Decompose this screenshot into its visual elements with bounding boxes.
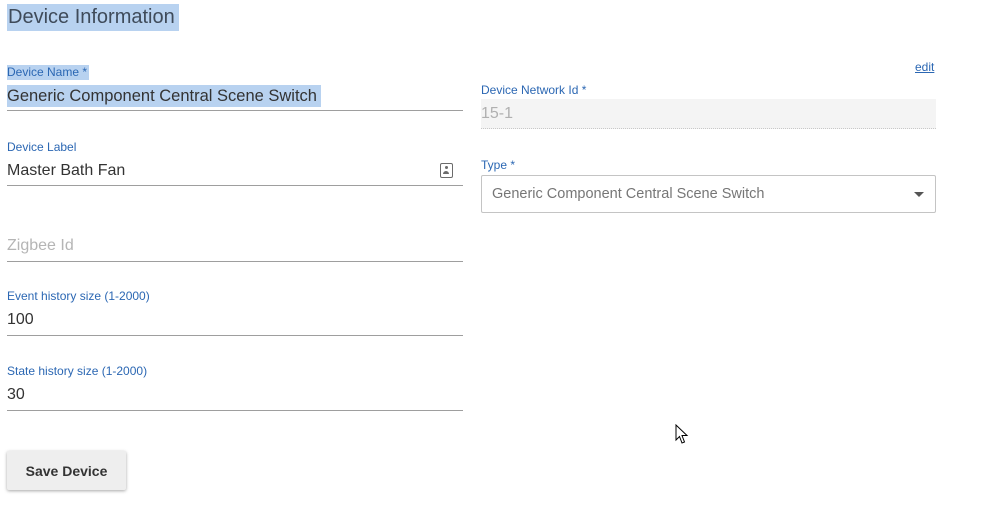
event-history-input[interactable]: 100 bbox=[7, 309, 34, 331]
device-name-underline bbox=[7, 110, 463, 111]
contact-card-icon[interactable] bbox=[440, 163, 453, 178]
state-history-field[interactable]: State history size (1-2000) 30 bbox=[7, 364, 463, 412]
state-history-label: State history size (1-2000) bbox=[7, 364, 148, 378]
device-name-input[interactable]: Generic Component Central Scene Switch bbox=[7, 85, 321, 107]
device-name-label: Device Name * bbox=[7, 65, 90, 80]
device-label-underline bbox=[7, 185, 463, 186]
zigbee-id-underline bbox=[7, 261, 463, 262]
type-label: Type * bbox=[481, 158, 516, 172]
type-selected-value: Generic Component Central Scene Switch bbox=[492, 186, 765, 202]
section-title: Device Information bbox=[7, 4, 179, 31]
chevron-down-icon bbox=[914, 192, 924, 197]
type-select[interactable]: Generic Component Central Scene Switch bbox=[481, 175, 936, 213]
save-device-button[interactable]: Save Device bbox=[7, 451, 126, 490]
device-label-field[interactable]: Device Label Master Bath Fan bbox=[7, 140, 463, 187]
event-history-label: Event history size (1-2000) bbox=[7, 289, 150, 303]
device-network-id-label: Device Network Id * bbox=[481, 83, 587, 97]
device-name-field[interactable]: Device Name * Generic Component Central … bbox=[7, 65, 463, 112]
type-field[interactable]: Type * Generic Component Central Scene S… bbox=[481, 158, 936, 214]
event-history-field[interactable]: Event history size (1-2000) 100 bbox=[7, 289, 463, 337]
state-history-input[interactable]: 30 bbox=[7, 384, 25, 406]
state-history-underline bbox=[7, 410, 463, 411]
device-network-id-value: 15-1 bbox=[481, 105, 514, 122]
device-label-input[interactable]: Master Bath Fan bbox=[7, 160, 125, 182]
edit-link[interactable]: edit bbox=[915, 60, 934, 75]
event-history-underline bbox=[7, 335, 463, 336]
device-network-id-box bbox=[481, 99, 936, 129]
device-network-id-field: Device Network Id * 15-1 bbox=[481, 83, 936, 129]
mouse-cursor-icon bbox=[675, 424, 689, 444]
zigbee-id-field[interactable]: Zigbee Id bbox=[7, 232, 463, 263]
zigbee-id-input[interactable]: Zigbee Id bbox=[7, 235, 74, 257]
device-info-page: Device Information Device Name * Generic… bbox=[0, 0, 986, 513]
device-label-label: Device Label bbox=[7, 140, 77, 154]
